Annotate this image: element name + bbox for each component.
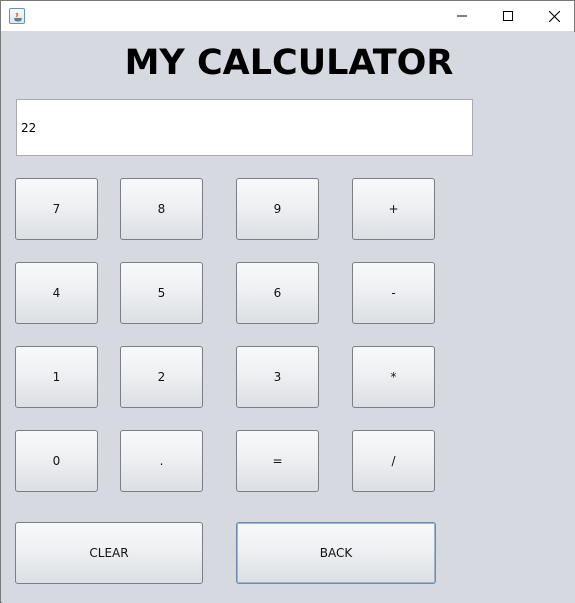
key-4-button[interactable]: 4 [15, 262, 98, 324]
key-6-button[interactable]: 6 [236, 262, 319, 324]
key-divide-button[interactable]: / [352, 430, 435, 492]
key-5-button[interactable]: 5 [120, 262, 203, 324]
close-button[interactable] [531, 1, 575, 31]
key-minus-button[interactable]: - [352, 262, 435, 324]
key-1-button[interactable]: 1 [15, 346, 98, 408]
key-0-button[interactable]: 0 [15, 430, 98, 492]
key-9-button[interactable]: 9 [236, 178, 319, 240]
page-title: MY CALCULATOR [124, 43, 454, 83]
key-plus-button[interactable]: + [352, 178, 435, 240]
key-equals-button[interactable]: = [236, 430, 319, 492]
key-multiply-button[interactable]: * [352, 346, 435, 408]
minimize-button[interactable] [439, 1, 485, 31]
back-button[interactable]: BACK [236, 522, 436, 584]
result-display-field[interactable] [16, 99, 473, 156]
key-2-button[interactable]: 2 [120, 346, 203, 408]
minimize-icon [457, 15, 467, 17]
maximize-button[interactable] [485, 1, 531, 31]
key-3-button[interactable]: 3 [236, 346, 319, 408]
java-app-icon[interactable] [9, 8, 25, 24]
key-8-button[interactable]: 8 [120, 178, 203, 240]
key-decimal-button[interactable]: . [120, 430, 203, 492]
close-icon [548, 10, 560, 22]
clear-button[interactable]: CLEAR [15, 522, 203, 584]
calculator-window: MY CALCULATOR 7 8 9 + 4 5 6 - 1 2 3 * 0 … [0, 0, 575, 603]
title-bar[interactable] [1, 1, 574, 31]
maximize-icon [503, 11, 513, 21]
key-7-button[interactable]: 7 [15, 178, 98, 240]
calculator-panel: MY CALCULATOR 7 8 9 + 4 5 6 - 1 2 3 * 0 … [2, 32, 575, 603]
